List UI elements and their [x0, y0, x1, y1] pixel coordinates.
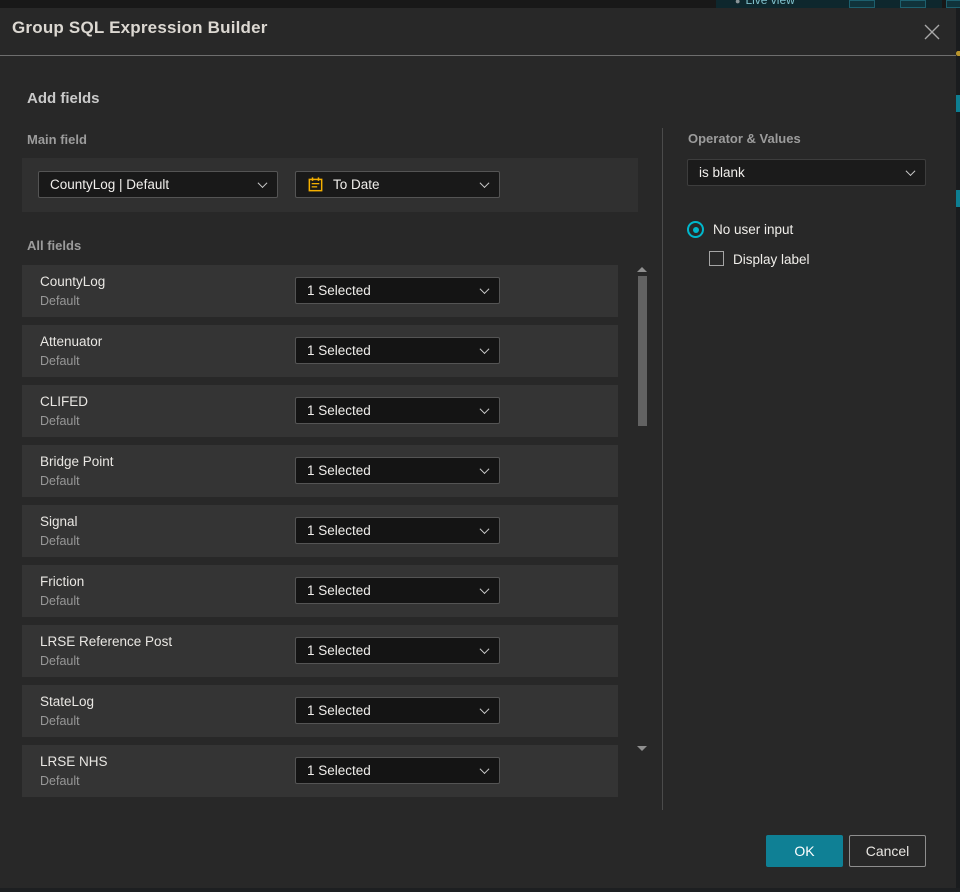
ok-button[interactable]: OK [766, 835, 843, 867]
close-icon [924, 24, 940, 40]
field-subtitle: Default [40, 534, 80, 548]
field-subtitle: Default [40, 654, 80, 668]
field-name: Attenuator [40, 334, 103, 349]
operator-select[interactable]: is blank [687, 159, 926, 186]
live-view-dot-icon: ● [735, 0, 741, 6]
background-toolbar-button [900, 0, 926, 8]
all-fields-label: All fields [27, 238, 82, 253]
dropdown-value: 1 Selected [307, 403, 371, 418]
dropdown-value: CountyLog | Default [50, 177, 170, 192]
dropdown-value: 1 Selected [307, 583, 371, 598]
calendar-icon [307, 176, 324, 193]
field-row: Bridge Point Default 1 Selected [22, 445, 618, 497]
main-field-select[interactable]: CountyLog | Default [38, 171, 278, 198]
chevron-down-icon [479, 344, 490, 355]
background-accent [956, 95, 960, 112]
field-row: StateLog Default 1 Selected [22, 685, 618, 737]
dropdown-value: 1 Selected [307, 343, 371, 358]
scrollbar-down-arrow-icon[interactable] [637, 746, 647, 751]
background-app-bottom-edge [0, 888, 960, 892]
field-name: LRSE NHS [40, 754, 108, 769]
no-user-input-label: No user input [713, 222, 794, 237]
header-divider [0, 55, 956, 56]
field-selected-dropdown[interactable]: 1 Selected [295, 517, 500, 544]
dropdown-value: 1 Selected [307, 643, 371, 658]
chevron-down-icon [479, 644, 490, 655]
chevron-down-icon [479, 464, 490, 475]
dropdown-value: 1 Selected [307, 703, 371, 718]
field-name: Signal [40, 514, 78, 529]
main-field-panel: CountyLog | Default To Date [22, 158, 638, 212]
live-view-label: ● Live view [735, 0, 795, 7]
background-toolbar-button [946, 0, 960, 8]
background-accent [956, 51, 960, 56]
field-selected-dropdown[interactable]: 1 Selected [295, 697, 500, 724]
field-subtitle: Default [40, 474, 80, 488]
field-selected-dropdown[interactable]: 1 Selected [295, 277, 500, 304]
no-user-input-radio[interactable] [687, 221, 704, 238]
operator-values-label: Operator & Values [688, 131, 801, 146]
chevron-down-icon [479, 284, 490, 295]
chevron-down-icon [479, 764, 490, 775]
display-label-checkbox[interactable] [709, 251, 724, 266]
dropdown-value: 1 Selected [307, 283, 371, 298]
scrollbar-thumb[interactable] [638, 276, 647, 426]
dropdown-value: 1 Selected [307, 763, 371, 778]
field-row: Friction Default 1 Selected [22, 565, 618, 617]
field-selected-dropdown[interactable]: 1 Selected [295, 397, 500, 424]
field-selected-dropdown[interactable]: 1 Selected [295, 337, 500, 364]
group-sql-expression-builder-dialog: Group SQL Expression Builder Add fields … [0, 8, 956, 888]
display-label-label: Display label [733, 252, 810, 267]
field-name: Friction [40, 574, 85, 589]
background-app-topbar: ● Live view [0, 0, 960, 8]
all-fields-list: CountyLog Default 1 Selected Attenuator … [22, 265, 618, 797]
field-name: Bridge Point [40, 454, 114, 469]
field-subtitle: Default [40, 414, 80, 428]
add-fields-heading: Add fields [27, 90, 100, 107]
field-row: LRSE NHS Default 1 Selected [22, 745, 618, 797]
panel-divider [662, 128, 663, 810]
close-button[interactable] [918, 18, 946, 46]
field-selected-dropdown[interactable]: 1 Selected [295, 577, 500, 604]
chevron-down-icon [479, 584, 490, 595]
chevron-down-icon [479, 704, 490, 715]
dropdown-value: is blank [699, 165, 745, 180]
field-subtitle: Default [40, 294, 80, 308]
chevron-down-icon [257, 178, 268, 189]
scrollbar-up-arrow-icon[interactable] [637, 267, 647, 272]
field-row: CountyLog Default 1 Selected [22, 265, 618, 317]
chevron-down-icon [905, 166, 916, 177]
field-subtitle: Default [40, 354, 80, 368]
field-row: Signal Default 1 Selected [22, 505, 618, 557]
dialog-title: Group SQL Expression Builder [12, 18, 268, 37]
field-name: StateLog [40, 694, 95, 709]
main-field-label: Main field [27, 132, 87, 147]
field-subtitle: Default [40, 714, 80, 728]
field-selected-dropdown[interactable]: 1 Selected [295, 457, 500, 484]
field-subtitle: Default [40, 774, 80, 788]
dropdown-value: To Date [333, 177, 380, 192]
field-name: CLIFED [40, 394, 89, 409]
chevron-down-icon [479, 524, 490, 535]
cancel-button[interactable]: Cancel [849, 835, 926, 867]
main-field-type-select[interactable]: To Date [295, 171, 500, 198]
field-subtitle: Default [40, 594, 80, 608]
dropdown-value: 1 Selected [307, 523, 371, 538]
chevron-down-icon [479, 178, 490, 189]
field-row: LRSE Reference Post Default 1 Selected [22, 625, 618, 677]
screen: ● Live view Group SQL Expression Builder … [0, 0, 960, 892]
dropdown-value: 1 Selected [307, 463, 371, 478]
chevron-down-icon [479, 404, 490, 415]
background-accent [956, 190, 960, 207]
field-selected-dropdown[interactable]: 1 Selected [295, 637, 500, 664]
field-selected-dropdown[interactable]: 1 Selected [295, 757, 500, 784]
field-name: CountyLog [40, 274, 106, 289]
field-name: LRSE Reference Post [40, 634, 173, 649]
background-app-right-edge [956, 8, 960, 888]
background-toolbar-button [849, 0, 875, 8]
field-row: CLIFED Default 1 Selected [22, 385, 618, 437]
field-row: Attenuator Default 1 Selected [22, 325, 618, 377]
